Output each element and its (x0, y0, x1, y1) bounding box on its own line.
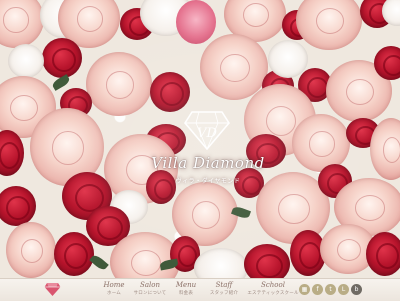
nav-item-home[interactable]: Home ホーム (96, 280, 132, 300)
nav-item-salon[interactable]: Salon サロンについて (132, 280, 168, 300)
nav-item-staff[interactable]: Staff スタッフ紹介 (204, 280, 244, 300)
cart-icon[interactable]: ▦ (299, 284, 310, 295)
line-icon[interactable]: L (338, 284, 349, 295)
brand-name-kana: ヴィラ・ダイヤモンド (175, 178, 241, 185)
logo-monogram: VD (197, 126, 217, 141)
nav-label: School (261, 281, 285, 289)
brand-logo: VD Villa Diamond ヴィラ・ダイヤモンド (150, 110, 266, 198)
nav-sublabel: 料金表 (178, 291, 194, 296)
diamond-logo-icon: VD (184, 111, 230, 150)
nav-sublabel: サロンについて (133, 291, 167, 296)
brand-name: Villa Diamond (151, 154, 265, 172)
nav-label: Menu (175, 281, 197, 289)
nav-sublabel: エステティックスクール (247, 291, 299, 296)
nav-label: Staff (215, 281, 233, 289)
diamond-home-logo-icon[interactable] (44, 282, 61, 297)
nav-sublabel: スタッフ紹介 (209, 291, 239, 296)
nav-label: Home (103, 281, 125, 289)
social-links: ▦ f t L b (299, 284, 364, 295)
nav-item-school[interactable]: School エステティックスクール (244, 280, 302, 300)
nav-item-menu[interactable]: Menu 料金表 (168, 280, 204, 300)
facebook-icon[interactable]: f (312, 284, 323, 295)
twitter-icon[interactable]: t (325, 284, 336, 295)
footer-bar: Home ホーム Salon サロンについて Menu 料金表 Staff スタ… (0, 278, 400, 301)
nav-sublabel: ホーム (107, 291, 121, 296)
blog-icon[interactable]: b (351, 284, 362, 295)
nav-label: Salon (140, 281, 160, 289)
main-navigation: Home ホーム Salon サロンについて Menu 料金表 Staff スタ… (96, 280, 302, 300)
